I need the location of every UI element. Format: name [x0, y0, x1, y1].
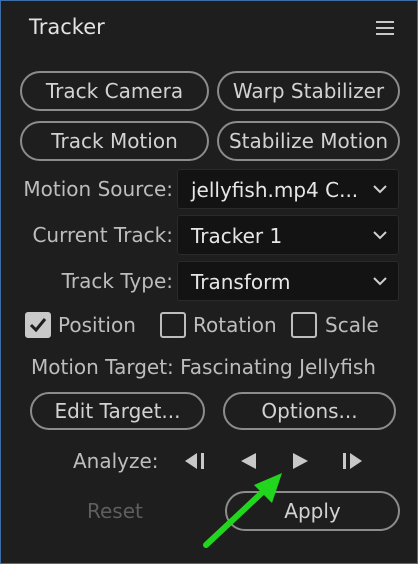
panel-titlebar: Tracker — [1, 1, 417, 53]
motion-target-text: Motion Target: Fascinating Jellyfish — [31, 355, 376, 379]
rotation-checkbox-label: Rotation — [193, 313, 277, 337]
track-type-label: Track Type: — [61, 269, 173, 293]
motion-source-label: Motion Source: — [23, 177, 173, 201]
rotation-checkbox[interactable] — [160, 312, 186, 338]
scale-checkbox[interactable] — [291, 312, 317, 338]
edit-target-button[interactable]: Edit Target... — [30, 392, 205, 430]
motion-source-value: jellyfish.mp4 C... — [191, 178, 359, 202]
analyze-label: Analyze: — [73, 449, 159, 473]
warp-stabilizer-button[interactable]: Warp Stabilizer — [217, 71, 400, 111]
motion-source-dropdown[interactable]: jellyfish.mp4 C... — [177, 169, 399, 209]
tracker-panel: Tracker Track Camera Warp Stabilizer Tra… — [0, 0, 418, 564]
checkmark-icon — [29, 318, 47, 333]
hamburger-menu-icon[interactable] — [376, 21, 394, 37]
scale-checkbox-label: Scale — [325, 313, 379, 337]
chevron-down-icon — [373, 231, 387, 240]
track-type-dropdown[interactable]: Transform — [177, 261, 399, 301]
current-track-label: Current Track: — [32, 223, 173, 247]
track-type-value: Transform — [191, 270, 291, 294]
stabilize-motion-button[interactable]: Stabilize Motion — [217, 121, 400, 161]
position-checkbox-label: Position — [58, 313, 136, 337]
panel-title: Tracker — [29, 15, 105, 39]
chevron-down-icon — [373, 277, 387, 286]
chevron-down-icon — [373, 185, 387, 194]
analyze-1-frame-forward-icon[interactable] — [337, 448, 367, 474]
options-button[interactable]: Options... — [223, 392, 396, 430]
reset-button[interactable]: Reset — [87, 499, 143, 523]
current-track-value: Tracker 1 — [191, 224, 283, 248]
current-track-dropdown[interactable]: Tracker 1 — [177, 215, 399, 255]
track-camera-button[interactable]: Track Camera — [20, 71, 209, 111]
position-checkbox[interactable] — [25, 312, 51, 338]
track-motion-button[interactable]: Track Motion — [20, 121, 209, 161]
annotation-arrow-icon — [203, 473, 282, 548]
